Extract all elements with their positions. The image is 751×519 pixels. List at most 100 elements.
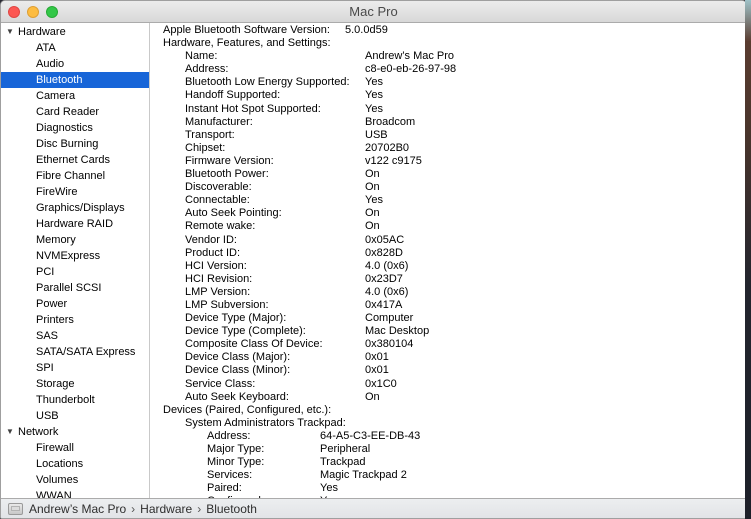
info-row: Auto Seek Pointing: On <box>150 207 746 220</box>
sidebar-item-volumes[interactable]: Volumes <box>1 472 149 488</box>
info-label: LMP Subversion: <box>185 298 269 311</box>
sidebar-item-label: WWAN <box>36 490 72 498</box>
disclosure-triangle-icon[interactable]: ▼ <box>6 424 18 440</box>
info-row: Instant Hot Spot Supported: Yes <box>150 103 746 116</box>
sidebar-item-label: Storage <box>36 378 75 390</box>
sidebar-item-memory[interactable]: Memory <box>1 232 149 248</box>
info-label: System Administrators Trackpad: <box>185 416 346 429</box>
sidebar-item-sata-sata-express[interactable]: SATA/SATA Express <box>1 344 149 360</box>
info-label: Device Class (Minor): <box>185 364 291 377</box>
info-value: Broadcom <box>365 115 416 128</box>
sidebar-item-label: Network <box>18 426 59 438</box>
info-value: 0x05AC <box>365 233 405 246</box>
sidebar-item-label: Diagnostics <box>36 122 93 134</box>
info-row: Remote wake: On <box>150 220 746 233</box>
info-row: Composite Class Of Device: 0x380104 <box>150 338 746 351</box>
sidebar-item-hardware[interactable]: ▼ Hardware <box>1 24 149 40</box>
sidebar-item-wwan[interactable]: WWAN <box>1 488 149 498</box>
sidebar-item-printers[interactable]: Printers <box>1 312 149 328</box>
sidebar-item-firewall[interactable]: Firewall <box>1 440 149 456</box>
sidebar-item-network[interactable]: ▼ Network <box>1 424 149 440</box>
info-row: Address: 64-A5-C3-EE-DB-43 <box>150 430 746 443</box>
info-value: v122 c9175 <box>365 154 422 167</box>
info-row: Connectable: Yes <box>150 194 746 207</box>
sidebar-item-label: Hardware RAID <box>36 218 114 230</box>
info-label: LMP Version: <box>185 285 251 298</box>
sidebar-item-thunderbolt[interactable]: Thunderbolt <box>1 392 149 408</box>
sidebar-item-label: Thunderbolt <box>36 394 95 406</box>
sidebar-item-camera[interactable]: Camera <box>1 88 149 104</box>
sidebar-item-fibre-channel[interactable]: Fibre Channel <box>1 168 149 184</box>
info-label: Apple Bluetooth Software Version: <box>163 24 330 36</box>
minimize-button[interactable] <box>27 6 39 18</box>
info-label: Handoff Supported: <box>185 89 281 102</box>
breadcrumb-separator: › <box>131 501 136 516</box>
sidebar-item-disc-burning[interactable]: Disc Burning <box>1 136 149 152</box>
info-value: On <box>365 181 380 194</box>
title-bar[interactable]: Mac Pro <box>1 1 746 23</box>
sidebar-item-label: SPI <box>36 362 54 374</box>
info-value: On <box>365 207 380 220</box>
sidebar-item-label: Graphics/Displays <box>36 202 125 214</box>
sidebar-item-spi[interactable]: SPI <box>1 360 149 376</box>
info-value: Trackpad <box>320 456 366 469</box>
info-row: Paired: Yes <box>150 482 746 495</box>
info-value: On <box>365 168 380 181</box>
sidebar-item-sas[interactable]: SAS <box>1 328 149 344</box>
info-label: Device Type (Complete): <box>185 325 306 338</box>
content-pane[interactable]: Apple Bluetooth Software Version: 5.0.0d5… <box>150 23 746 498</box>
sidebar-item-usb[interactable]: USB <box>1 408 149 424</box>
sidebar-item-nvmexpress[interactable]: NVMExpress <box>1 248 149 264</box>
sidebar-item-ata[interactable]: ATA <box>1 40 149 56</box>
disclosure-triangle-icon[interactable]: ▼ <box>6 24 18 40</box>
sidebar-item-label: Ethernet Cards <box>36 154 110 166</box>
info-label: Address: <box>207 429 251 442</box>
sidebar-item-pci[interactable]: PCI <box>1 264 149 280</box>
sidebar-item-parallel-scsi[interactable]: Parallel SCSI <box>1 280 149 296</box>
info-value: Yes <box>365 102 383 115</box>
sidebar-item-label: Disc Burning <box>36 138 99 150</box>
info-row: Auto Seek Keyboard: On <box>150 391 746 404</box>
sidebar-item-firewire[interactable]: FireWire <box>1 184 149 200</box>
zoom-button[interactable] <box>46 6 58 18</box>
sidebar-item-label: Audio <box>36 58 65 70</box>
sidebar-item-ethernet-cards[interactable]: Ethernet Cards <box>1 152 149 168</box>
info-label: Transport: <box>185 128 235 141</box>
sidebar-item-label: Locations <box>36 458 84 470</box>
info-value: Yes <box>365 89 383 102</box>
sidebar[interactable]: ▼ Hardware ATA Audio Bluetooth Camera Card Rea… <box>1 23 150 498</box>
sidebar-item-power[interactable]: Power <box>1 296 149 312</box>
info-row: Transport: USB <box>150 129 746 142</box>
info-row: Bluetooth Low Energy Supported: Yes <box>150 76 746 89</box>
sidebar-item-locations[interactable]: Locations <box>1 456 149 472</box>
info-label: Paired: <box>207 482 242 495</box>
sidebar-item-label: Card Reader <box>36 106 99 118</box>
sidebar-item-diagnostics[interactable]: Diagnostics <box>1 120 149 136</box>
breadcrumb-item-hardware[interactable]: Hardware <box>140 502 192 516</box>
sidebar-item-storage[interactable]: Storage <box>1 376 149 392</box>
info-label: Vendor ID: <box>185 233 237 246</box>
sidebar-item-label: Memory <box>36 234 76 246</box>
sidebar-item-label: Power <box>36 298 68 310</box>
info-row: Services: Magic Trackpad 2 <box>150 469 746 482</box>
info-value: Computer <box>365 312 414 325</box>
breadcrumb-item-andrew-s-mac-pro[interactable]: Andrew’s Mac Pro <box>29 502 126 516</box>
info-label: Name: <box>185 50 218 63</box>
sidebar-item-card-reader[interactable]: Card Reader <box>1 104 149 120</box>
sidebar-item-hardware-raid[interactable]: Hardware RAID <box>1 216 149 232</box>
sidebar-item-audio[interactable]: Audio <box>1 56 149 72</box>
info-label: Major Type: <box>207 443 265 455</box>
close-button[interactable] <box>8 6 20 18</box>
sidebar-item-graphics-displays[interactable]: Graphics/Displays <box>1 200 149 216</box>
breadcrumb-item-bluetooth[interactable]: Bluetooth <box>206 502 257 516</box>
info-value: 0x380104 <box>365 338 414 351</box>
info-value: Magic Trackpad 2 <box>320 469 407 482</box>
sidebar-item-bluetooth[interactable]: Bluetooth <box>1 72 149 88</box>
info-label: Composite Class Of Device: <box>185 338 323 351</box>
sidebar-item-label: Firewall <box>36 442 74 454</box>
info-row: Device Type (Complete): Mac Desktop <box>150 325 746 338</box>
main-area: ▼ Hardware ATA Audio Bluetooth Camera Card Rea… <box>1 23 746 498</box>
info-section-header: Hardware, Features, and Settings: <box>150 37 746 50</box>
info-label: Device Class (Major): <box>185 351 291 364</box>
info-label: Auto Seek Pointing: <box>185 207 282 220</box>
